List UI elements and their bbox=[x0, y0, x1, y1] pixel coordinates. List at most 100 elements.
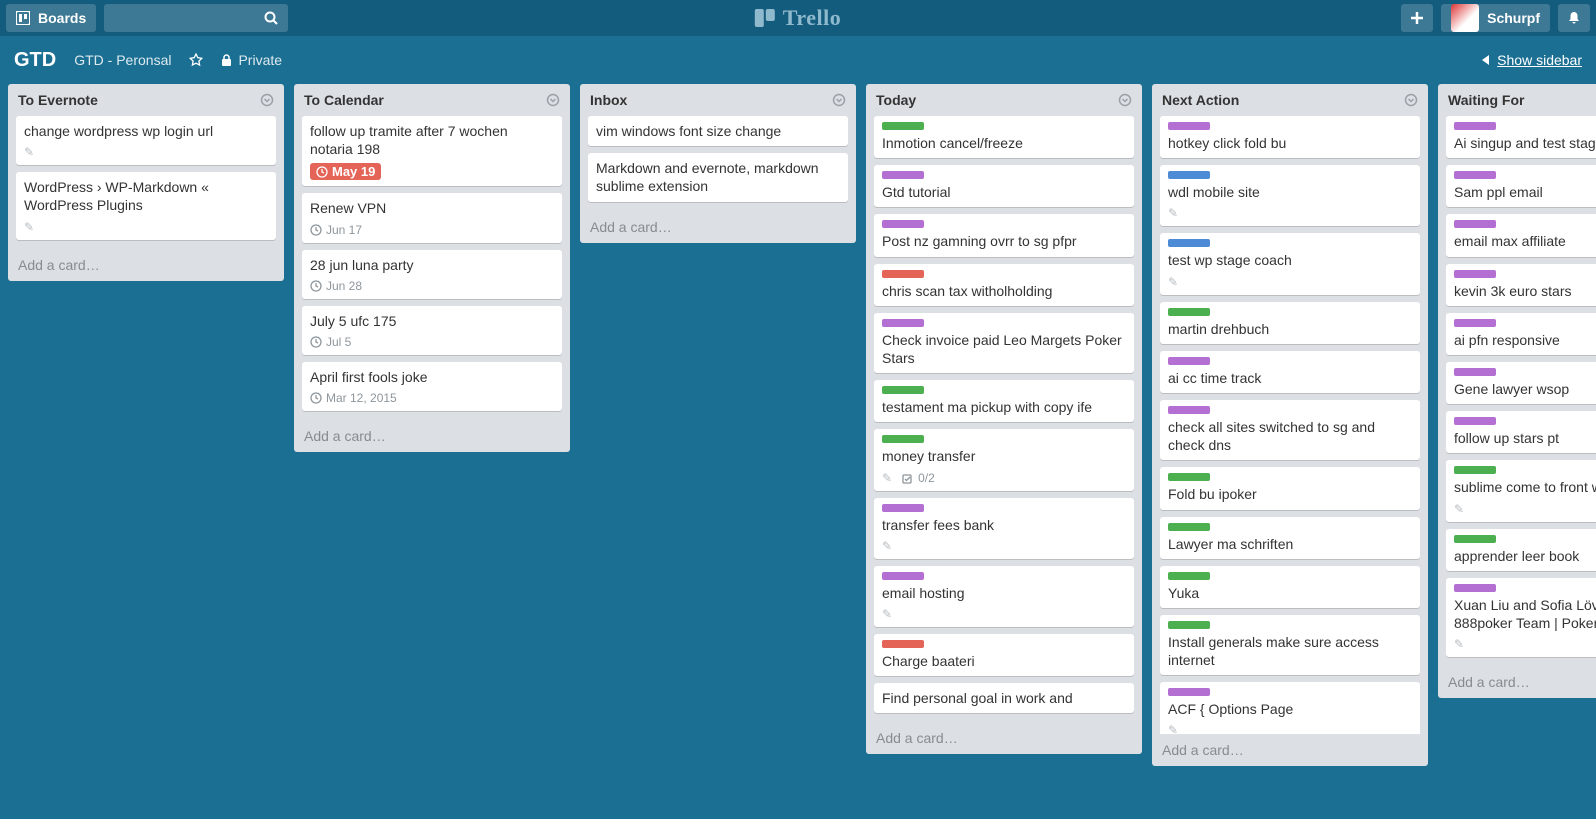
card[interactable]: vim windows font size change bbox=[588, 116, 848, 146]
add-card-button[interactable]: Add a card… bbox=[1152, 734, 1428, 766]
card[interactable]: hotkey click fold bu bbox=[1160, 116, 1420, 158]
list-title[interactable]: Today bbox=[876, 92, 1118, 108]
card[interactable]: chris scan tax witholholding bbox=[874, 264, 1134, 306]
list-cards: vim windows font size change Markdown and… bbox=[580, 112, 856, 211]
card[interactable]: wdl mobile site✎ bbox=[1160, 165, 1420, 226]
card[interactable]: WordPress › WP-Markdown « WordPress Plug… bbox=[16, 172, 276, 239]
list-cards: Inmotion cancel/freeze Gtd tutorial Post n… bbox=[866, 112, 1142, 722]
card[interactable]: money transfer✎0/2 bbox=[874, 429, 1134, 490]
card[interactable]: testament ma pickup with copy ife bbox=[874, 380, 1134, 422]
due-badge: Mar 12, 2015 bbox=[310, 391, 397, 405]
card[interactable]: Find personal goal in work and bbox=[874, 683, 1134, 713]
show-sidebar-button[interactable]: Show sidebar bbox=[1482, 52, 1582, 68]
card[interactable]: change wordpress wp login url✎ bbox=[16, 116, 276, 165]
list: Waiting For Ai singup and test stage coac… bbox=[1438, 84, 1596, 698]
card[interactable]: test wp stage coach✎ bbox=[1160, 233, 1420, 294]
card[interactable]: Charge baateri bbox=[874, 634, 1134, 676]
label-purple bbox=[1454, 122, 1496, 130]
list-menu-icon[interactable] bbox=[260, 93, 274, 107]
board-name[interactable]: GTD bbox=[14, 49, 56, 72]
card[interactable]: July 5 ufc 175Jul 5 bbox=[302, 306, 562, 355]
card-labels bbox=[882, 435, 1126, 443]
card[interactable]: 28 jun luna partyJun 28 bbox=[302, 250, 562, 299]
card[interactable]: Sam ppl email bbox=[1446, 165, 1596, 207]
card-labels bbox=[1168, 572, 1412, 580]
card[interactable]: Gene lawyer wsop bbox=[1446, 362, 1596, 404]
add-card-button[interactable]: Add a card… bbox=[8, 249, 284, 281]
card[interactable]: Yuka bbox=[1160, 566, 1420, 608]
card[interactable]: Install generals make sure access intern… bbox=[1160, 615, 1420, 675]
list-title[interactable]: To Evernote bbox=[18, 92, 260, 108]
list-title[interactable]: Next Action bbox=[1162, 92, 1404, 108]
card[interactable]: Check invoice paid Leo Margets Poker Sta… bbox=[874, 313, 1134, 373]
card[interactable]: check all sites switched to sg and check… bbox=[1160, 400, 1420, 460]
list-title[interactable]: To Calendar bbox=[304, 92, 546, 108]
list: To Calendar follow up tramite after 7 woc… bbox=[294, 84, 570, 452]
notifications-button[interactable] bbox=[1558, 4, 1590, 32]
card[interactable]: Markdown and evernote, markdown sublime … bbox=[588, 153, 848, 201]
pencil-icon: ✎ bbox=[882, 471, 892, 485]
card-title: Gene lawyer wsop bbox=[1454, 380, 1596, 398]
board-canvas[interactable]: To Evernote change wordpress wp login url… bbox=[0, 84, 1596, 819]
board-team[interactable]: GTD - Peronsal bbox=[74, 52, 171, 68]
plus-icon bbox=[1410, 11, 1424, 25]
star-icon[interactable] bbox=[189, 53, 203, 67]
card-title: Post nz gamning ovrr to sg pfpr bbox=[882, 232, 1126, 250]
card[interactable]: Lawyer ma schriften bbox=[1160, 517, 1420, 559]
add-card-button[interactable]: Add a card… bbox=[294, 420, 570, 452]
card-title: test wp stage coach bbox=[1168, 251, 1412, 269]
card[interactable]: Gtd tutorial bbox=[874, 165, 1134, 207]
card[interactable]: Post nz gamning ovrr to sg pfpr bbox=[874, 214, 1134, 256]
card[interactable]: email hosting✎ bbox=[874, 566, 1134, 627]
card-labels bbox=[1454, 417, 1596, 425]
list-menu-icon[interactable] bbox=[1404, 93, 1418, 107]
card[interactable]: kevin 3k euro stars bbox=[1446, 264, 1596, 306]
list-title[interactable]: Inbox bbox=[590, 92, 832, 108]
card[interactable]: email max affiliate bbox=[1446, 214, 1596, 256]
card-title: apprender leer book bbox=[1454, 547, 1596, 565]
card[interactable]: martin drehbuch bbox=[1160, 302, 1420, 344]
card[interactable]: ai cc time track bbox=[1160, 351, 1420, 393]
list-menu-icon[interactable] bbox=[546, 93, 560, 107]
label-green bbox=[1168, 308, 1210, 316]
card[interactable]: Renew VPNJun 17 bbox=[302, 193, 562, 242]
list-menu-icon[interactable] bbox=[1118, 93, 1132, 107]
card[interactable]: ai pfn responsive bbox=[1446, 313, 1596, 355]
card[interactable]: transfer fees bank✎ bbox=[874, 498, 1134, 559]
card[interactable]: Xuan Liu and Sofia Lövgren Join 888poker… bbox=[1446, 578, 1596, 657]
list: Next Action hotkey click fold bu wdl mobil… bbox=[1152, 84, 1428, 766]
label-purple bbox=[882, 171, 924, 179]
card[interactable]: Ai singup and test stage coach bbox=[1446, 116, 1596, 158]
card-title: July 5 ufc 175 bbox=[310, 312, 554, 330]
card[interactable]: follow up tramite after 7 wochen notaria… bbox=[302, 116, 562, 186]
add-button[interactable] bbox=[1401, 4, 1433, 32]
card-badges: ✎ bbox=[24, 220, 268, 234]
card[interactable]: sublime come to front when open file✎ bbox=[1446, 460, 1596, 521]
card[interactable]: Fold bu ipoker bbox=[1160, 467, 1420, 509]
add-card-button[interactable]: Add a card… bbox=[866, 722, 1142, 754]
card[interactable]: April first fools jokeMar 12, 2015 bbox=[302, 362, 562, 411]
board-visibility[interactable]: Private bbox=[221, 52, 282, 68]
boards-button[interactable]: Boards bbox=[6, 4, 96, 32]
user-menu[interactable]: Schurpf bbox=[1441, 4, 1550, 32]
search-input[interactable] bbox=[104, 4, 288, 32]
card[interactable]: Inmotion cancel/freeze bbox=[874, 116, 1134, 158]
card[interactable]: apprender leer book bbox=[1446, 529, 1596, 571]
card[interactable]: ACF { Options Page✎ bbox=[1160, 682, 1420, 734]
card-labels bbox=[1454, 466, 1596, 474]
label-green bbox=[1168, 572, 1210, 580]
app-logo[interactable]: Trello bbox=[755, 5, 841, 31]
list-header: To Evernote bbox=[8, 84, 284, 112]
add-card-button[interactable]: Add a card… bbox=[580, 211, 856, 243]
card-labels bbox=[882, 122, 1126, 130]
card-title: 28 jun luna party bbox=[310, 256, 554, 274]
list-menu-icon[interactable] bbox=[832, 93, 846, 107]
add-card-button[interactable]: Add a card… bbox=[1438, 666, 1596, 698]
card-title: Find personal goal in work and bbox=[882, 689, 1126, 707]
list-title[interactable]: Waiting For bbox=[1448, 92, 1596, 108]
card-title: ai cc time track bbox=[1168, 369, 1412, 387]
card-badges: Mar 12, 2015 bbox=[310, 391, 554, 405]
card-title: Xuan Liu and Sofia Lövgren Join 888poker… bbox=[1454, 596, 1596, 632]
card[interactable]: follow up stars pt bbox=[1446, 411, 1596, 453]
card-title: martin drehbuch bbox=[1168, 320, 1412, 338]
